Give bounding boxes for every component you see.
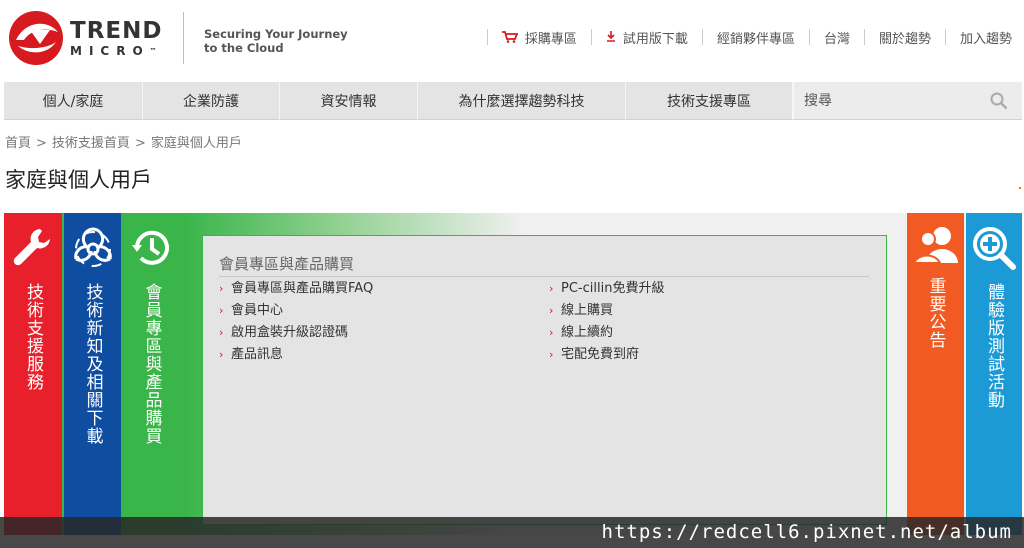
member-purchase-panel: 會員專區與產品購買 › 會員專區與產品購買FAQ › 會員中心 › 啟用盒裝升級認證碼… <box>202 235 887 525</box>
panel-links-right: › PC-cillin免費升級 › 線上購買 › 線上續約 › 宅配免費到府 <box>549 278 664 366</box>
tagline-divider <box>183 12 184 64</box>
watermark-text: https://redcell6.pixnet.net/album <box>0 517 1024 548</box>
search-icon[interactable] <box>990 92 1008 110</box>
panel-link-label: PC-cillin免費升級 <box>561 281 665 296</box>
panel-link-label: 會員專區與產品購買FAQ <box>231 281 374 296</box>
wrench-icon <box>13 229 51 266</box>
top-link-purchase-label: 採購專區 <box>524 31 577 47</box>
top-links: 採購專區 試用版下載 經銷夥伴專區 台灣 關於趨勢 加入趨勢 <box>486 29 1012 47</box>
top-link-careers[interactable]: 加入趨勢 <box>944 29 1012 47</box>
top-link-trial-label: 試用版下載 <box>622 31 688 47</box>
tile-trial-events-label: 體驗版測試活動 <box>984 283 1004 409</box>
tagline-line2: to the Cloud <box>204 41 284 55</box>
top-link-about[interactable]: 關於趨勢 <box>863 29 945 47</box>
breadcrumb-home[interactable]: 首頁 <box>5 136 31 151</box>
top-link-about-label: 關於趨勢 <box>878 31 931 47</box>
brand-name[interactable]: TREND MICRO™ <box>70 18 163 59</box>
chevron-right-icon: › <box>549 326 554 339</box>
chevron-right-icon: › <box>219 348 224 361</box>
panel-link-label: 線上續約 <box>561 325 614 340</box>
tile-tech-news-label: 技術新知及相關下載 <box>82 283 103 445</box>
nav-item-business[interactable]: 企業防護 <box>143 82 280 120</box>
tile-tech-news[interactable]: 技術新知及相關下載 <box>64 213 121 535</box>
brand-line1: TREND <box>70 18 163 44</box>
tile-member-purchase-label: 會員專區與產品購買 <box>141 283 162 445</box>
panel-divider <box>219 276 869 277</box>
tile-tech-support[interactable]: 技術支援服務 <box>4 213 62 535</box>
chevron-right-icon: › <box>549 348 554 361</box>
top-link-region[interactable]: 台灣 <box>808 29 864 47</box>
breadcrumb-support-home[interactable]: 技術支援首頁 <box>52 136 130 151</box>
biohazard-icon <box>73 227 112 267</box>
breadcrumb: 首頁 > 技術支援首頁 > 家庭與個人用戶 <box>5 132 247 151</box>
top-link-region-label: 台灣 <box>823 31 850 47</box>
chevron-right-icon: › <box>219 304 224 317</box>
panel-link-label: 會員中心 <box>231 303 284 318</box>
panel-link-label: 啟用盒裝升級認證碼 <box>231 325 349 340</box>
download-icon <box>606 31 615 42</box>
breadcrumb-current: 家庭與個人用戶 <box>150 136 242 151</box>
tile-announcements[interactable]: 重要公告 <box>907 213 964 535</box>
breadcrumb-sep: > <box>134 136 146 151</box>
chevron-right-icon: › <box>549 282 554 295</box>
clock-history-icon <box>131 230 169 265</box>
top-link-trial-download[interactable]: 試用版下載 <box>590 29 702 47</box>
main-navbar: 個人/家庭 企業防護 資安情報 為什麼選擇趨勢科技 技術支援專區 <box>4 82 1022 120</box>
nav-item-why-trend[interactable]: 為什麼選擇趨勢科技 <box>418 82 626 120</box>
panel-heading: 會員專區與產品購買 <box>219 255 355 273</box>
tile-member-purchase[interactable]: 會員專區與產品購買 <box>123 213 180 535</box>
users-icon <box>911 227 958 264</box>
trend-micro-logo-icon[interactable] <box>8 10 64 66</box>
chevron-right-icon: › <box>549 304 554 317</box>
panel-links-left: › 會員專區與產品購買FAQ › 會員中心 › 啟用盒裝升級認證碼 › 產品訊息 <box>219 278 373 366</box>
panel-link[interactable]: › 宅配免費到府 <box>549 344 664 366</box>
panel-link[interactable]: › 線上購買 <box>549 300 664 322</box>
panel-link[interactable]: › 啟用盒裝升級認證碼 <box>219 322 373 344</box>
tile-trial-events[interactable]: 體驗版測試活動 <box>966 213 1022 535</box>
chevron-right-icon: › <box>219 282 224 295</box>
top-link-partners[interactable]: 經銷夥伴專區 <box>701 29 809 47</box>
top-link-careers-label: 加入趨勢 <box>959 31 1012 47</box>
zoom-in-icon <box>973 227 1016 270</box>
nav-item-personal[interactable]: 個人/家庭 <box>4 82 143 120</box>
panel-link[interactable]: › PC-cillin免費升級 <box>549 278 664 300</box>
tagline-line1: Securing Your Journey <box>204 27 348 41</box>
trademark: ™ <box>149 47 157 55</box>
decorative-dot <box>1019 187 1021 189</box>
panel-link-label: 產品訊息 <box>231 347 284 362</box>
breadcrumb-sep: > <box>36 136 47 151</box>
panel-link-label: 線上購買 <box>561 303 614 318</box>
page-title: 家庭與個人用戶 <box>5 168 152 192</box>
tile-tech-support-label: 技術支援服務 <box>23 283 43 391</box>
panel-link[interactable]: › 產品訊息 <box>219 344 373 366</box>
chevron-right-icon: › <box>219 326 224 339</box>
brand-line2: MICRO <box>70 44 150 58</box>
nav-item-support[interactable]: 技術支援專區 <box>626 82 793 120</box>
top-link-purchase[interactable]: 採購專區 <box>486 29 591 47</box>
search-input[interactable] <box>802 91 962 110</box>
panel-link[interactable]: › 會員中心 <box>219 300 373 322</box>
panel-link[interactable]: › 線上續約 <box>549 322 664 344</box>
tagline: Securing Your Journey to the Cloud <box>204 27 348 55</box>
panel-link[interactable]: › 會員專區與產品購買FAQ <box>219 278 373 300</box>
search-box <box>793 82 1022 119</box>
nav-item-security-intel[interactable]: 資安情報 <box>280 82 418 120</box>
cart-icon <box>501 31 518 43</box>
panel-link-label: 宅配免費到府 <box>561 347 640 362</box>
tile-announcements-label: 重要公告 <box>925 277 946 349</box>
top-link-partners-label: 經銷夥伴專區 <box>716 31 795 47</box>
